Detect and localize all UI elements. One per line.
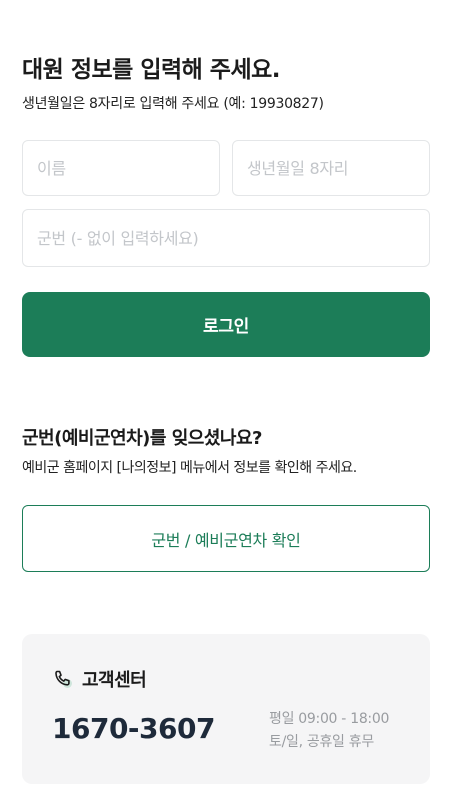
check-service-number-button[interactable]: 군번 / 예비군연차 확인 [22,505,430,572]
customer-center-phone[interactable]: 1670-3607 [52,712,215,745]
customer-center-hours: 평일 09:00 - 18:00 토/일, 공휴일 휴무 [269,708,389,754]
service-number-input[interactable] [22,209,430,267]
page-title: 대원 정보를 입력해 주세요. [22,57,281,83]
forgot-title: 군번(예비군연차)를 잊으셨나요? [22,428,262,449]
name-input[interactable] [22,140,220,196]
phone-icon [52,668,74,690]
hours-weekend: 토/일, 공휴일 휴무 [269,734,374,750]
customer-center-card: 고객센터 1670-3607 평일 09:00 - 18:00 토/일, 공휴일… [22,634,430,784]
hours-weekday: 평일 09:00 - 18:00 [269,711,390,727]
birthdate-input[interactable] [232,140,430,196]
forgot-description: 예비군 홈페이지 [나의정보] 메뉴에서 정보를 확인해 주세요. [22,460,357,476]
login-button[interactable]: 로그인 [22,292,430,357]
page-subtitle: 생년월일은 8자리로 입력해 주세요 (예: 19930827) [22,96,324,112]
customer-center-header: 고객센터 [52,666,147,692]
customer-center-title: 고객센터 [82,670,147,691]
